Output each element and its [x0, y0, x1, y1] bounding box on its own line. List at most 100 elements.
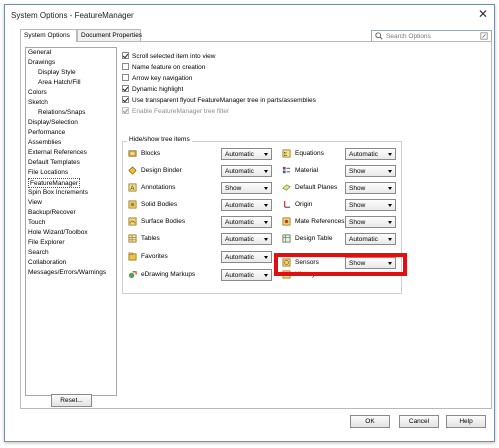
visibility-dropdown[interactable]: Automatic [221, 148, 272, 160]
checkbox[interactable] [122, 85, 129, 92]
row-label: Design Binder [141, 167, 182, 174]
tree-item-view[interactable]: View [28, 198, 42, 208]
tree-item-touch[interactable]: Touch [28, 218, 45, 228]
tab-document-properties[interactable]: Document Properties [77, 29, 142, 41]
tree-item-row-design-binder: Design Binder Automatic [128, 165, 273, 177]
visibility-dropdown[interactable]: Show [345, 165, 396, 177]
equations-icon: Σ [282, 149, 291, 158]
row-label: Blocks [141, 150, 161, 157]
row-label: Annotations [141, 184, 176, 191]
tree-item-display-style[interactable]: Display Style [38, 68, 76, 78]
checkbox-label: Dynamic highlight [132, 86, 184, 93]
tree-item-drawings[interactable]: Drawings [28, 58, 55, 68]
hide-show-group-label: Hide/show tree items [127, 136, 192, 143]
chevron-down-icon [264, 238, 268, 241]
tree-item-backup-recover[interactable]: Backup/Recover [28, 208, 76, 218]
favorites-icon [128, 252, 137, 261]
ok-button[interactable]: OK [350, 415, 390, 428]
origin-icon [284, 200, 291, 208]
tree-item-row-blocks: Blocks Automatic [128, 148, 273, 160]
checkbox[interactable] [122, 52, 129, 59]
row-label: Favorites [141, 253, 168, 260]
row-label: Equations [295, 150, 324, 157]
annotations-icon: A [128, 183, 137, 192]
chevron-down-icon [264, 187, 268, 190]
tree-item-performance[interactable]: Performance [28, 128, 65, 138]
help-button[interactable]: Help [446, 415, 486, 428]
tree-item-colors[interactable]: Colors [28, 88, 47, 98]
tree-item-messages-errors-warnings[interactable]: Messages/Errors/Warnings [28, 268, 106, 278]
visibility-dropdown[interactable]: Automatic [221, 216, 272, 228]
tree-item-row-material: Material Show [282, 165, 396, 177]
blocks-icon [128, 150, 137, 157]
search-input[interactable]: Search Options [386, 33, 431, 40]
search-icon [375, 32, 383, 40]
tree-item-relations-snaps[interactable]: Relations/Snaps [38, 108, 85, 118]
visibility-dropdown[interactable]: Show [345, 182, 396, 194]
tree-item-featuremanager[interactable]: FeatureManager [28, 178, 81, 188]
title-bar: System Options - FeatureManager ✕ [5, 5, 494, 27]
row-label: Tables [141, 235, 160, 242]
option-tree-filter: Enable FeatureManager tree filter [122, 107, 229, 117]
tree-item-sketch[interactable]: Sketch [28, 98, 48, 108]
checkbox[interactable] [122, 74, 129, 81]
tree-item-general[interactable]: General [28, 48, 51, 58]
mate-references-icon [282, 217, 291, 226]
close-icon[interactable]: ✕ [478, 7, 488, 21]
visibility-dropdown[interactable]: Automatic [221, 199, 272, 211]
visibility-dropdown[interactable]: Automatic [221, 251, 272, 263]
visibility-dropdown[interactable]: Automatic [345, 148, 396, 160]
checkbox[interactable] [122, 96, 129, 103]
tree-item-file-locations[interactable]: File Locations [28, 168, 68, 178]
visibility-dropdown[interactable]: Automatic [221, 233, 272, 245]
tree-item-default-templates[interactable]: Default Templates [28, 158, 80, 168]
row-label: Material [295, 167, 319, 174]
tree-item-hole-wizard-toolbox[interactable]: Hole Wizard/Toolbox [28, 228, 88, 238]
row-label: Origin [295, 201, 313, 208]
window-title: System Options - FeatureManager [11, 11, 134, 20]
row-label: Default Planes [295, 184, 338, 191]
tree-item-file-explorer[interactable]: File Explorer [28, 238, 64, 248]
system-options-dialog: System Options - FeatureManager ✕ System… [4, 4, 495, 442]
reset-button[interactable]: Reset... [51, 394, 92, 407]
design-binder-icon [128, 166, 137, 175]
option-transparent-flyout[interactable]: Use transparent flyout FeatureManager tr… [122, 96, 316, 106]
visibility-dropdown[interactable]: Show [221, 182, 272, 194]
tree-item-row-surface-bodies: Surface Bodies Automatic [128, 216, 273, 228]
sensors-highlight-box [274, 253, 407, 276]
tree-item-search[interactable]: Search [28, 248, 49, 258]
visibility-dropdown[interactable]: Show [345, 199, 396, 211]
default-planes-icon [282, 184, 291, 191]
svg-text:Σ: Σ [284, 152, 288, 158]
tree-item-area-hatch-fill[interactable]: Area Hatch/Fill [38, 78, 81, 88]
surface-bodies-icon [128, 217, 137, 226]
tree-item-row-annotations: A Annotations Show [128, 182, 273, 194]
checkbox-label: Arrow key navigation [132, 75, 193, 82]
visibility-dropdown[interactable]: Automatic [221, 269, 272, 281]
visibility-dropdown[interactable]: Automatic [221, 165, 272, 177]
option-scroll-selected-item[interactable]: Scroll selected item into view [122, 52, 215, 62]
options-tree[interactable]: General Drawings Display Style Area Hatc… [25, 47, 117, 396]
search-options-icon[interactable] [480, 32, 488, 40]
tables-icon [128, 234, 137, 243]
tree-item-row-edrawing-markups: eDrawing Markups Automatic [128, 269, 273, 281]
option-dynamic-highlight[interactable]: Dynamic highlight [122, 85, 183, 95]
tree-item-row-design-table: Design Table Automatic [282, 233, 396, 245]
cancel-button[interactable]: Cancel [399, 415, 439, 428]
tree-item-spin-box-increments[interactable]: Spin Box Increments [28, 188, 88, 198]
tab-system-options[interactable]: System Options [20, 29, 77, 42]
checkbox-label: Use transparent flyout FeatureManager tr… [132, 97, 316, 104]
option-arrow-key-navigation[interactable]: Arrow key navigation [122, 74, 192, 84]
checkbox[interactable] [122, 63, 129, 70]
tree-item-assemblies[interactable]: Assemblies [28, 138, 61, 148]
row-label: Design Table [295, 235, 333, 242]
tree-item-display-selection[interactable]: Display/Selection [28, 118, 78, 128]
visibility-dropdown[interactable]: Show [345, 216, 396, 228]
visibility-dropdown[interactable]: Automatic [345, 233, 396, 245]
tree-item-external-references[interactable]: External References [28, 148, 87, 158]
option-name-feature-on-creation[interactable]: Name feature on creation [122, 63, 205, 73]
design-table-icon [282, 234, 291, 243]
tree-item-row-origin: Origin Show [282, 199, 396, 211]
chevron-down-icon [388, 187, 392, 190]
tree-item-collaboration[interactable]: Collaboration [28, 258, 66, 268]
